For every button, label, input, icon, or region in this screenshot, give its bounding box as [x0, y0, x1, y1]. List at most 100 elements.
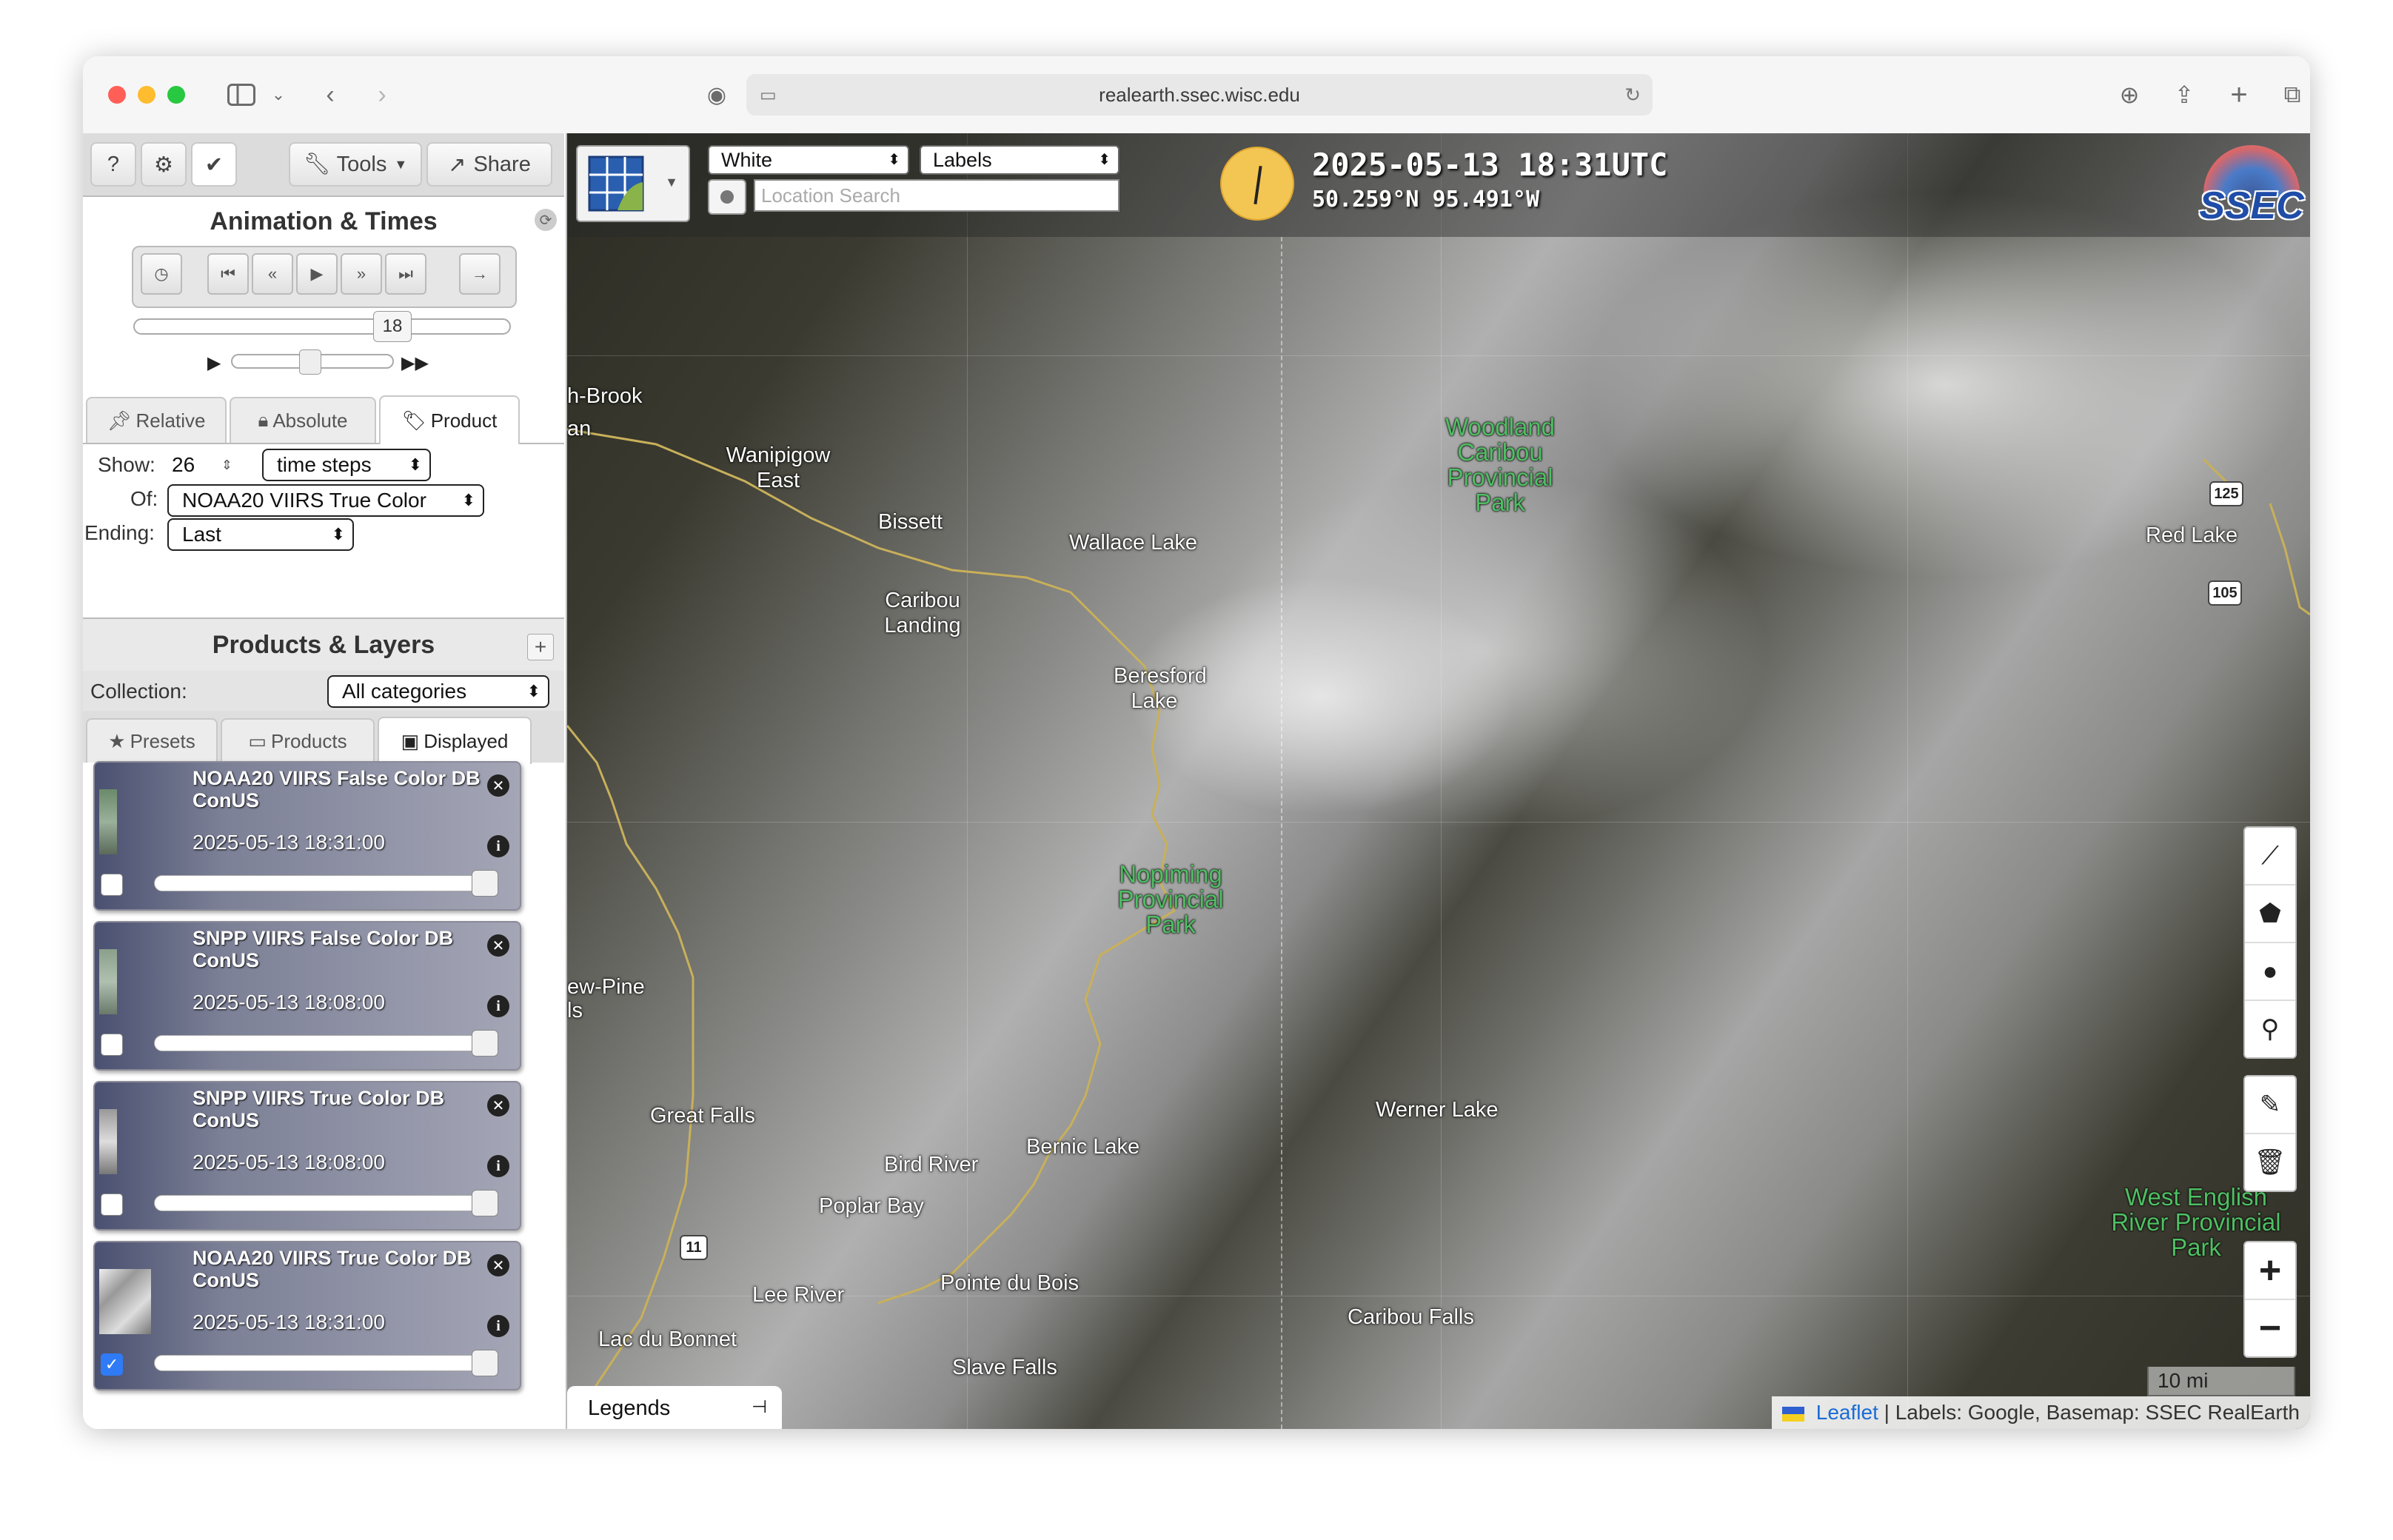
step-forward-button[interactable]: »	[341, 253, 382, 295]
layer-visibility-checkbox[interactable]	[101, 1034, 123, 1056]
edit-icon[interactable]: ✎	[2245, 1077, 2295, 1134]
minimize-window-button[interactable]	[138, 86, 155, 104]
frame-slider-handle[interactable]: 18	[373, 311, 412, 342]
layer-card[interactable]: NOAA20 VIIRS True Color DB ConUS 2025-05…	[93, 1241, 521, 1390]
zoom-control: + −	[2243, 1241, 2297, 1358]
map-view[interactable]: ▼ White ⬍ Labels ⬍ Location Search 2025-05…	[567, 133, 2310, 1429]
goto-latest-button[interactable]: →	[459, 253, 501, 295]
opacity-slider[interactable]	[154, 1350, 498, 1376]
info-icon[interactable]: i	[487, 835, 509, 857]
play-button[interactable]: ▶	[296, 253, 338, 295]
chevron-down-icon[interactable]: ⌄	[261, 77, 296, 113]
stepper-icon[interactable]: ⇕	[221, 450, 232, 480]
draw-marker-icon[interactable]: ⚲	[2245, 1001, 2295, 1057]
collection-select[interactable]: All categories ⬍	[327, 675, 549, 708]
opacity-slider-handle[interactable]	[472, 1190, 498, 1216]
last-frame-button[interactable]: ⏭︎	[385, 253, 426, 295]
zoom-out-button[interactable]: −	[2245, 1300, 2295, 1356]
draw-polygon-icon[interactable]: ⬟	[2245, 886, 2295, 943]
ending-select[interactable]: Last ⬍	[167, 518, 354, 551]
tools-button[interactable]: 🔧︎ Tools ▼	[289, 142, 422, 187]
labels-select[interactable]: Labels ⬍	[920, 145, 1119, 175]
remove-layer-icon[interactable]: ✕	[487, 1094, 509, 1116]
locate-button[interactable]	[708, 179, 746, 215]
clock-icon[interactable]: ◷	[141, 253, 182, 295]
remove-layer-icon[interactable]: ✕	[487, 934, 509, 957]
share-button[interactable]: ↗ Share	[426, 142, 552, 187]
page-icon: ▭	[760, 84, 777, 105]
layer-card[interactable]: SNPP VIIRS False Color DB ConUS 2025-05-…	[93, 921, 521, 1071]
products-title: Products & Layers	[212, 631, 435, 659]
legends-tab[interactable]: Legends ⊣	[567, 1386, 782, 1429]
tabs-overview-icon[interactable]: ⧉	[2275, 77, 2310, 113]
show-label: Show:	[98, 453, 155, 476]
basemap-select[interactable]: White ⬍	[708, 145, 909, 175]
first-frame-button[interactable]: ⏮︎	[207, 253, 249, 295]
place-label: Wanipigow East	[726, 443, 831, 492]
settings-button[interactable]: ⚙	[141, 142, 187, 187]
opacity-slider[interactable]	[154, 1030, 498, 1057]
show-count-input[interactable]: 26 ⇕	[167, 450, 238, 480]
tab-products[interactable]: ▭ Products	[221, 718, 375, 763]
pin-icon[interactable]: ⊣	[752, 1396, 767, 1418]
tab-product[interactable]: 🏷︎ Product	[379, 395, 520, 444]
select-arrow-icon: ⬍	[1098, 152, 1111, 168]
trash-icon[interactable]: 🗑︎	[2245, 1134, 2295, 1191]
opacity-slider[interactable]	[154, 1190, 498, 1216]
opacity-slider-handle[interactable]	[472, 1030, 498, 1057]
opacity-slider-handle[interactable]	[472, 1350, 498, 1376]
tab-displayed[interactable]: ▣ Displayed	[378, 717, 532, 764]
new-tab-icon[interactable]: +	[2221, 77, 2257, 113]
tab-relative[interactable]: 📌︎ Relative	[86, 397, 227, 443]
tab-absolute[interactable]: 🔒︎ Absolute	[230, 397, 376, 443]
speed-slider[interactable]	[231, 349, 394, 375]
add-product-button[interactable]: +	[527, 634, 554, 660]
remove-layer-icon[interactable]: ✕	[487, 1254, 509, 1276]
maximize-window-button[interactable]	[167, 86, 185, 104]
close-window-button[interactable]	[108, 86, 126, 104]
layer-visibility-checkbox[interactable]	[101, 874, 123, 896]
forward-icon[interactable]: ›	[364, 77, 400, 113]
share-icon[interactable]: ⇪	[2166, 77, 2202, 113]
info-icon[interactable]: i	[487, 1315, 509, 1337]
step-back-button[interactable]: «	[252, 253, 293, 295]
layer-visibility-checkbox[interactable]	[101, 1194, 123, 1216]
basemap-switcher[interactable]: ▼	[576, 145, 690, 222]
opacity-slider[interactable]	[154, 870, 498, 897]
leaflet-link[interactable]: Leaflet	[1816, 1401, 1878, 1424]
tab-presets[interactable]: ★ Presets	[86, 718, 218, 763]
layer-visibility-checkbox[interactable]: ✓	[101, 1353, 123, 1376]
refresh-icon[interactable]: ⟳	[535, 209, 557, 231]
location-search-input[interactable]: Location Search	[754, 179, 1119, 212]
info-icon[interactable]: i	[487, 1155, 509, 1177]
product-select[interactable]: NOAA20 VIIRS True Color ⬍	[167, 484, 484, 517]
time-unit-value: time steps	[277, 453, 372, 476]
help-button[interactable]: ?	[90, 142, 136, 187]
privacy-icon[interactable]: ◉	[699, 77, 734, 113]
back-icon[interactable]: ‹	[312, 77, 348, 113]
draw-line-icon[interactable]: ⟋	[2245, 828, 2295, 886]
info-icon[interactable]: i	[487, 995, 509, 1017]
frame-slider[interactable]: 18	[133, 311, 511, 342]
reload-icon[interactable]: ↻	[1624, 84, 1641, 107]
address-bar[interactable]: ▭ realearth.ssec.wisc.edu ↻	[746, 74, 1653, 116]
layer-card[interactable]: NOAA20 VIIRS False Color DB ConUS 2025-0…	[93, 761, 521, 911]
download-icon[interactable]: ⊕	[2112, 77, 2147, 113]
layer-title: SNPP VIIRS True Color DB ConUS	[193, 1087, 445, 1131]
zoom-in-button[interactable]: +	[2245, 1242, 2295, 1300]
ending-label: Ending:	[84, 521, 155, 544]
layer-card[interactable]: SNPP VIIRS True Color DB ConUS 2025-05-1…	[93, 1081, 521, 1231]
time-unit-select[interactable]: time steps ⬍	[262, 449, 431, 481]
speed-fast-icon: ▶▶	[401, 353, 429, 373]
logo-text: SSEC	[2199, 184, 2304, 227]
layer-time: 2025-05-13 18:08:00	[193, 1151, 385, 1174]
check-button[interactable]: ✔	[191, 142, 237, 187]
select-arrow-icon: ⬍	[526, 682, 540, 700]
opacity-slider-handle[interactable]	[472, 870, 498, 897]
select-arrow-icon: ⬍	[331, 525, 345, 543]
speed-slider-handle[interactable]	[299, 349, 321, 375]
ssec-logo[interactable]: SSEC	[2196, 145, 2307, 228]
draw-circle-icon[interactable]: ●	[2245, 943, 2295, 1001]
sidebar-icon[interactable]	[224, 77, 259, 113]
remove-layer-icon[interactable]: ✕	[487, 774, 509, 797]
